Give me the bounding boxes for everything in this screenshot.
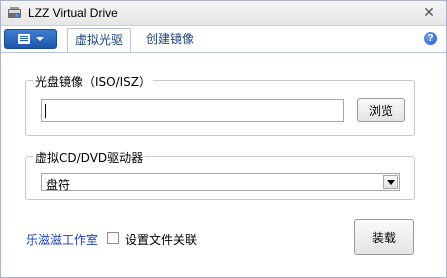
- load-button[interactable]: 装载: [354, 219, 414, 255]
- drive-letter-select[interactable]: 盘符: [41, 173, 400, 192]
- image-group-legend: 光盘镜像（ISO/ISZ）: [33, 73, 154, 90]
- drive-letter-value: 盘符: [46, 178, 71, 192]
- chevron-down-icon: [386, 179, 395, 185]
- title-bar: LZZ Virtual Drive ✕: [1, 1, 446, 26]
- image-path-input[interactable]: [41, 99, 344, 122]
- help-icon[interactable]: ?: [424, 32, 437, 45]
- toolbar: 虚拟光驱 创建镜像 ?: [1, 26, 446, 53]
- virtual-drive-app-icon: [7, 6, 22, 20]
- studio-link[interactable]: 乐滋滋工作室: [26, 231, 98, 248]
- dropdown-button[interactable]: [383, 175, 398, 189]
- image-groupbox: 光盘镜像（ISO/ISZ） 浏览: [25, 73, 415, 136]
- window-title: LZZ Virtual Drive: [28, 6, 118, 20]
- menu-icon: [17, 34, 30, 44]
- close-button[interactable]: ✕: [418, 3, 440, 22]
- file-association-checkbox[interactable]: [107, 232, 119, 244]
- drive-groupbox: 虚拟CD/DVD驱动器 盘符: [25, 149, 415, 200]
- drive-group-legend: 虚拟CD/DVD驱动器: [33, 149, 146, 166]
- close-icon[interactable]: ✕: [423, 5, 435, 21]
- tab-create-image[interactable]: 创建镜像: [139, 28, 201, 51]
- chevron-down-icon: [35, 37, 44, 41]
- text-caret: [45, 104, 46, 118]
- tab-virtual-drive[interactable]: 虚拟光驱: [67, 28, 132, 52]
- app-window: LZZ Virtual Drive ✕ 虚拟光驱 创建镜像 ? 光盘镜像（ISO…: [0, 0, 447, 278]
- file-association-label[interactable]: 设置文件关联: [125, 231, 197, 248]
- main-menu-button[interactable]: [4, 29, 57, 49]
- browse-button[interactable]: 浏览: [357, 98, 405, 122]
